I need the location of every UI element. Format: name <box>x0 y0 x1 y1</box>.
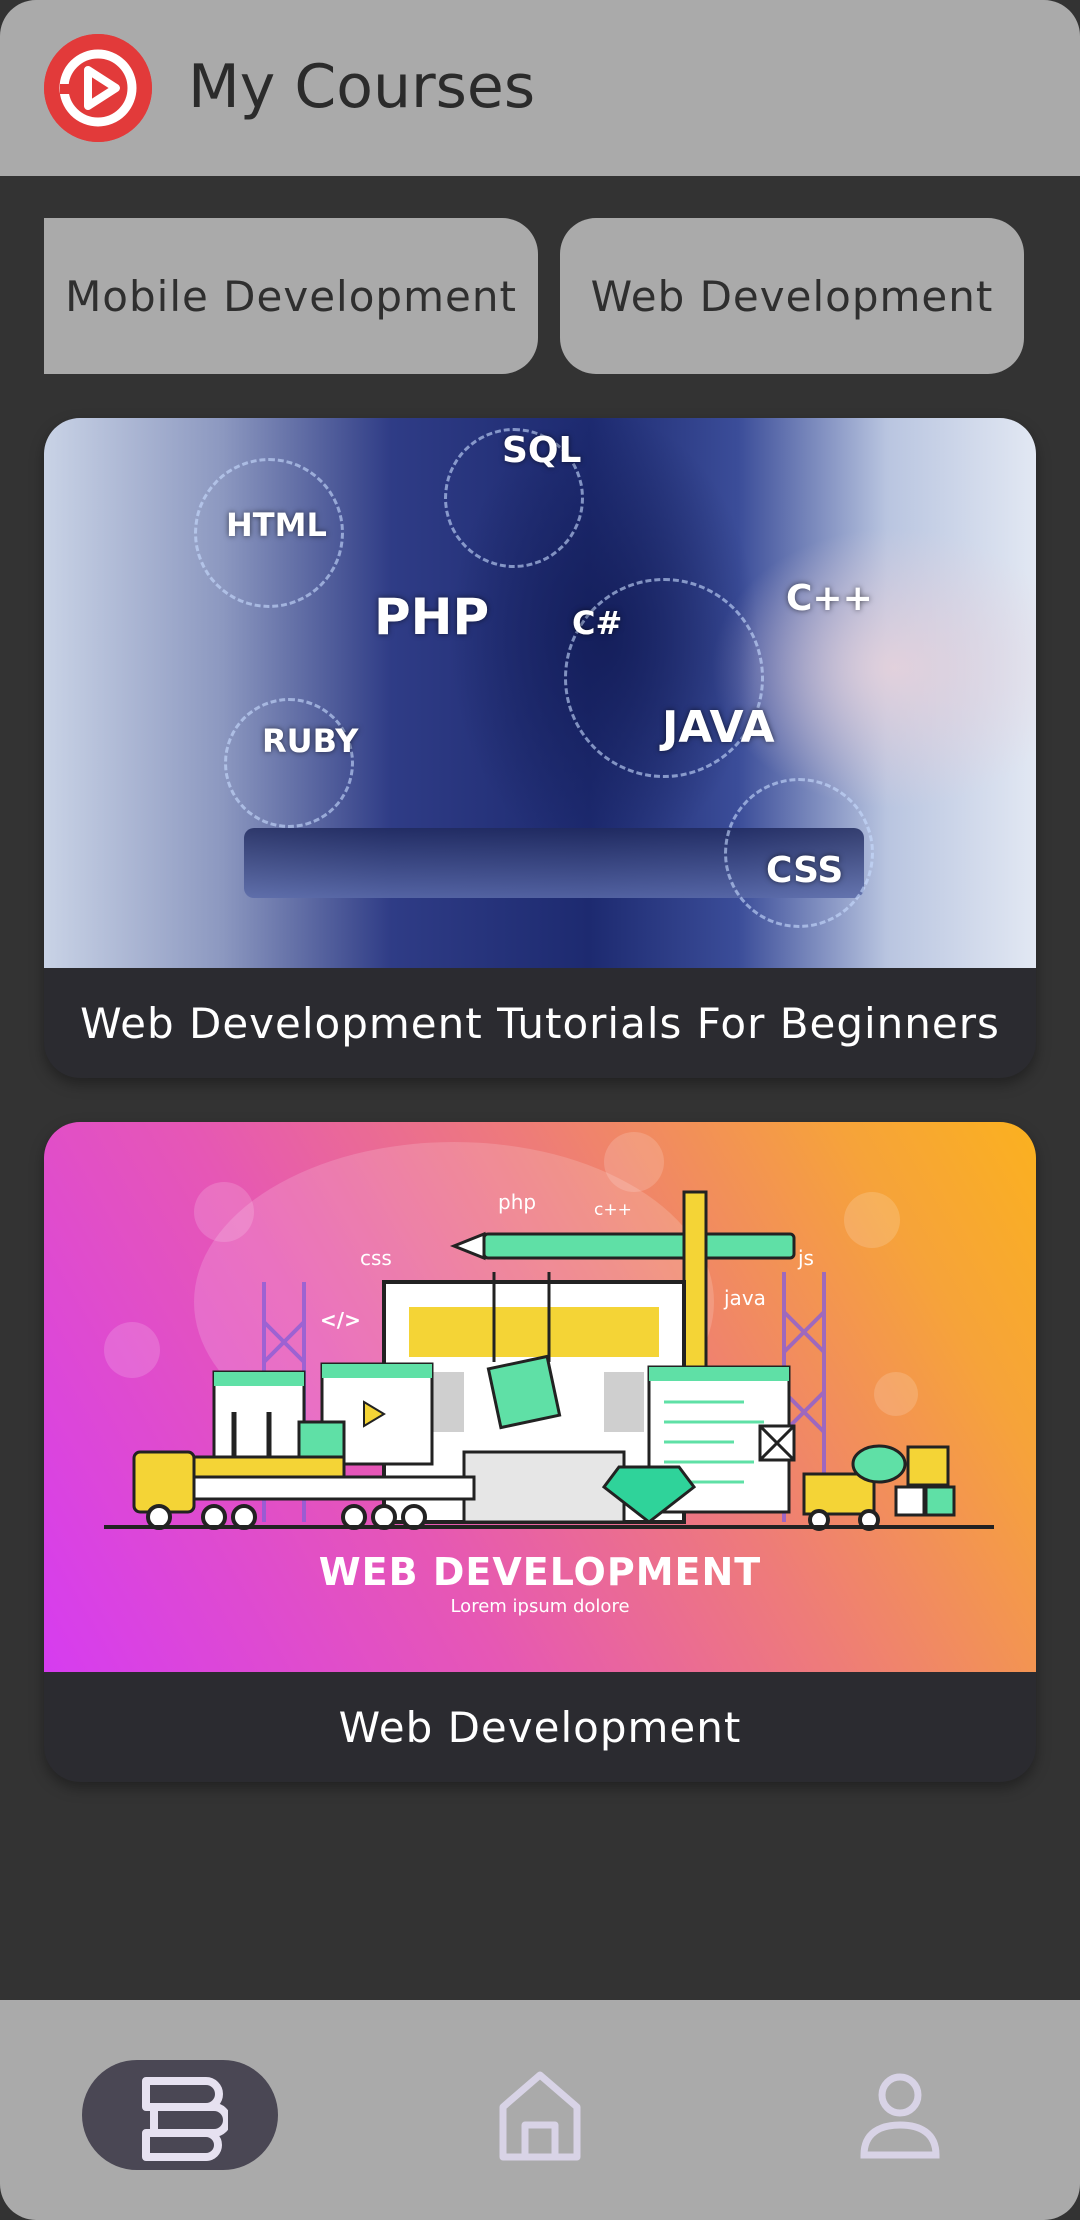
app-screen: My Courses Mobile Development Web Develo… <box>0 0 1080 2220</box>
tag-html: HTML <box>226 506 327 544</box>
tag-css: CSS <box>766 850 844 891</box>
nav-home-button[interactable] <box>442 2060 638 2170</box>
nav-profile-button[interactable] <box>802 2060 998 2170</box>
courses-stack-icon <box>142 2077 228 2161</box>
course-title: Web Development Tutorials For Beginners <box>80 998 1000 1048</box>
course-thumbnail: php c++ css js java </> WEB DEVELOPMENT … <box>44 1122 1036 1672</box>
play-logo-icon <box>44 34 152 142</box>
home-icon <box>499 2071 581 2161</box>
profile-icon <box>860 2073 940 2159</box>
chip-mobile-development[interactable]: Mobile Development <box>44 218 538 374</box>
banner-subline: Lorem ipsum dolore <box>450 1596 630 1617</box>
tag-csharp: C# <box>572 604 623 642</box>
page-title: My Courses <box>188 52 536 122</box>
tag-sql: SQL <box>502 430 582 471</box>
tag-java: JAVA <box>662 702 775 753</box>
nav-courses-button[interactable] <box>82 2060 278 2170</box>
course-card[interactable]: php c++ css js java </> WEB DEVELOPMENT … <box>44 1122 1036 1782</box>
banner-headline: WEB DEVELOPMENT <box>318 1550 762 1594</box>
course-title: Web Development <box>338 1702 742 1752</box>
bottom-navigation-bar <box>0 2000 1080 2220</box>
top-app-bar: My Courses <box>0 0 1080 176</box>
tag-cpp: C++ <box>786 578 873 619</box>
tag-ruby: RUBY <box>262 722 359 760</box>
course-thumbnail: SQL HTML PHP C# C++ JAVA RUBY CSS <box>44 418 1036 968</box>
category-chip-row[interactable]: Mobile Development Web Development <box>0 218 1080 374</box>
course-card[interactable]: SQL HTML PHP C# C++ JAVA RUBY CSS Web De… <box>44 418 1036 1078</box>
chip-web-development[interactable]: Web Development <box>560 218 1024 374</box>
tag-php: PHP <box>374 588 490 646</box>
gear-icon <box>224 698 354 828</box>
